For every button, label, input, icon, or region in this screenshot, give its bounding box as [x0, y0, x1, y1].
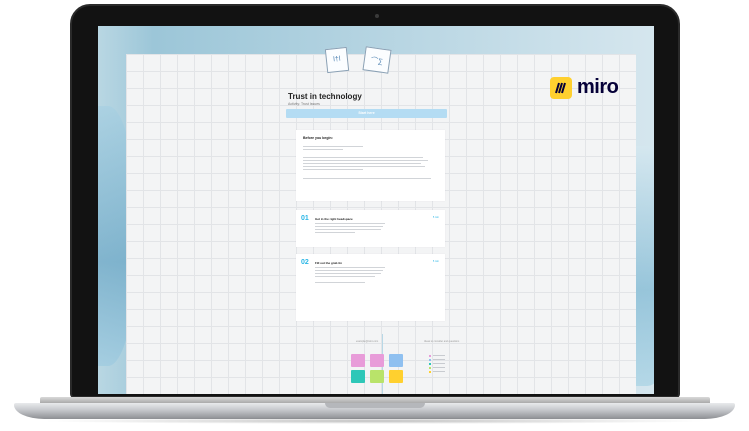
text-line — [315, 229, 381, 230]
text-line — [303, 157, 423, 158]
laptop-shadow — [40, 418, 710, 424]
card-heading: Before you begin: — [303, 136, 333, 140]
page-title: Trust in technology — [288, 92, 362, 101]
page-subtitle: Activity: Trust Issues — [288, 102, 320, 106]
text-line — [303, 160, 428, 161]
legend-swatch — [429, 371, 431, 373]
text-line — [315, 270, 383, 271]
legend-swatch — [429, 359, 431, 361]
text-line — [315, 223, 385, 224]
sketch-note-icon: ⌒∑ — [362, 46, 392, 74]
legend-text — [433, 359, 445, 360]
sticky-note[interactable] — [370, 354, 384, 367]
miro-logo-icon — [550, 76, 572, 99]
sticky-note[interactable] — [389, 370, 403, 383]
time-badge: 5 min — [432, 216, 439, 219]
text-line — [303, 163, 421, 164]
step-number: 02 — [301, 259, 309, 266]
step-card[interactable]: 02 Fill out the grab tin 5 min — [296, 254, 445, 321]
text-line — [303, 166, 425, 167]
legend-swatch — [429, 367, 431, 369]
step-title: Get in the right headspace — [315, 217, 353, 221]
miro-board[interactable]: ǀ†ǀ ⌒∑ miro Trust in technology Activity… — [126, 46, 636, 394]
miro-logo: miro — [550, 76, 619, 99]
start-here-button[interactable]: Start here — [286, 109, 447, 118]
legend-text — [433, 363, 445, 364]
sticky-note[interactable] — [370, 370, 384, 383]
text-line — [315, 226, 383, 227]
text-line — [315, 282, 365, 283]
sticky-note[interactable] — [389, 354, 403, 367]
step-number: 01 — [301, 215, 309, 222]
step-card[interactable]: 01 Get in the right headspace 5 min — [296, 210, 445, 247]
laptop-notch — [325, 403, 425, 408]
laptop-scene: ǀ†ǀ ⌒∑ miro Trust in technology Activity… — [0, 0, 749, 431]
logo-text: miro — [577, 76, 619, 98]
caption-right: Ideas to consider and questions — [424, 340, 460, 343]
camera-icon — [375, 14, 379, 18]
text-line — [315, 273, 381, 274]
screen: ǀ†ǀ ⌒∑ miro Trust in technology Activity… — [98, 26, 654, 394]
sketch-note-icon: ǀ†ǀ — [324, 46, 350, 74]
sticky-note[interactable] — [351, 370, 365, 383]
caption-left: example@miro.com — [356, 340, 379, 343]
time-badge: 5 min — [432, 260, 439, 263]
laptop-lid: ǀ†ǀ ⌒∑ miro Trust in technology Activity… — [70, 4, 680, 398]
text-line — [303, 178, 431, 179]
before-you-begin-card[interactable]: Before you begin: — [296, 130, 445, 201]
step-title: Fill out the grab tin — [315, 261, 342, 265]
legend-swatch — [429, 363, 431, 365]
text-line — [315, 267, 385, 268]
legend-text — [433, 355, 445, 356]
text-line — [303, 169, 363, 170]
text-line — [303, 146, 363, 147]
text-line — [315, 232, 355, 233]
legend-text — [433, 371, 445, 372]
legend-swatch — [429, 355, 431, 357]
text-line — [303, 149, 343, 150]
sticky-note[interactable] — [351, 354, 365, 367]
text-line — [315, 276, 375, 277]
legend-text — [433, 367, 445, 368]
